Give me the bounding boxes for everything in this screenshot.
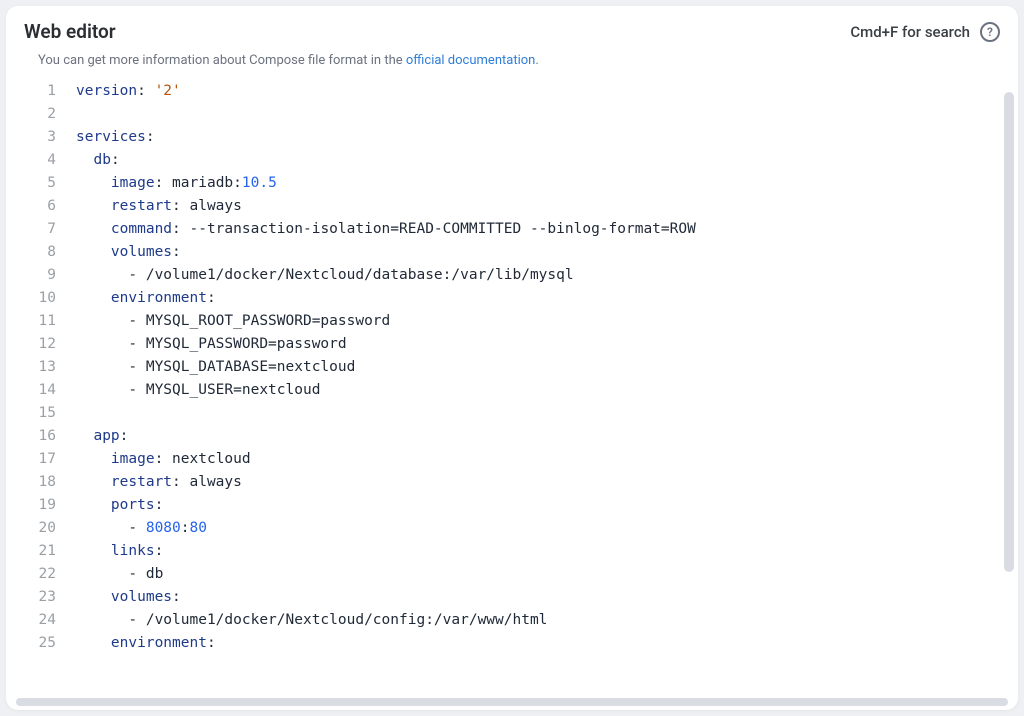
code-line[interactable]: volumes: <box>76 241 1004 264</box>
subtext-prefix: You can get more information about Compo… <box>38 53 406 68</box>
code-line[interactable]: - MYSQL_PASSWORD=password <box>76 333 1004 356</box>
horizontal-scrollbar[interactable] <box>16 698 1008 706</box>
code-content[interactable]: version: '2' services: db: image: mariad… <box>76 78 1004 702</box>
subtext: You can get more information about Compo… <box>20 53 1004 68</box>
help-icon[interactable]: ? <box>980 22 1000 42</box>
line-number: 15 <box>24 402 56 425</box>
code-line[interactable]: - db <box>76 563 1004 586</box>
line-number: 17 <box>24 448 56 471</box>
code-editor[interactable]: 1234567891011121314151617181920212223242… <box>20 78 1004 702</box>
code-line[interactable]: image: nextcloud <box>76 448 1004 471</box>
line-number: 18 <box>24 471 56 494</box>
page-title: Web editor <box>24 20 116 43</box>
vertical-scrollbar[interactable] <box>1004 92 1014 572</box>
line-number: 7 <box>24 218 56 241</box>
docs-link[interactable]: official documentation <box>406 53 535 68</box>
line-number: 25 <box>24 632 56 655</box>
line-number: 16 <box>24 425 56 448</box>
header-right: Cmd+F for search ? <box>850 22 1000 42</box>
line-number: 6 <box>24 195 56 218</box>
line-number: 9 <box>24 264 56 287</box>
line-number: 21 <box>24 540 56 563</box>
line-number: 12 <box>24 333 56 356</box>
code-line[interactable]: app: <box>76 425 1004 448</box>
line-number: 8 <box>24 241 56 264</box>
code-line[interactable]: - MYSQL_DATABASE=nextcloud <box>76 356 1004 379</box>
code-line[interactable]: environment: <box>76 287 1004 310</box>
code-line[interactable]: db: <box>76 149 1004 172</box>
code-line[interactable]: links: <box>76 540 1004 563</box>
code-line[interactable]: environment: <box>76 632 1004 655</box>
code-line[interactable]: restart: always <box>76 195 1004 218</box>
editor-header: Web editor Cmd+F for search ? <box>20 20 1004 43</box>
line-number: 24 <box>24 609 56 632</box>
code-line[interactable]: ports: <box>76 494 1004 517</box>
line-number: 2 <box>24 103 56 126</box>
subtext-suffix: . <box>535 53 538 68</box>
code-line[interactable]: services: <box>76 126 1004 149</box>
code-line[interactable]: - 8080:80 <box>76 517 1004 540</box>
line-number: 22 <box>24 563 56 586</box>
code-line[interactable]: volumes: <box>76 586 1004 609</box>
code-line[interactable]: - MYSQL_ROOT_PASSWORD=password <box>76 310 1004 333</box>
code-line[interactable] <box>76 402 1004 425</box>
code-line[interactable]: - /volume1/docker/Nextcloud/database:/va… <box>76 264 1004 287</box>
line-number: 11 <box>24 310 56 333</box>
line-number: 19 <box>24 494 56 517</box>
code-line[interactable]: image: mariadb:10.5 <box>76 172 1004 195</box>
line-number: 13 <box>24 356 56 379</box>
line-number: 4 <box>24 149 56 172</box>
code-line[interactable]: restart: always <box>76 471 1004 494</box>
search-hint: Cmd+F for search <box>850 23 970 41</box>
line-number: 20 <box>24 517 56 540</box>
line-number-gutter: 1234567891011121314151617181920212223242… <box>24 78 76 702</box>
line-number: 3 <box>24 126 56 149</box>
line-number: 10 <box>24 287 56 310</box>
code-line[interactable]: command: --transaction-isolation=READ-CO… <box>76 218 1004 241</box>
editor-panel: Web editor Cmd+F for search ? You can ge… <box>6 6 1018 710</box>
line-number: 23 <box>24 586 56 609</box>
code-line[interactable] <box>76 103 1004 126</box>
code-line[interactable]: - /volume1/docker/Nextcloud/config:/var/… <box>76 609 1004 632</box>
line-number: 1 <box>24 80 56 103</box>
code-line[interactable]: version: '2' <box>76 80 1004 103</box>
line-number: 5 <box>24 172 56 195</box>
code-line[interactable]: - MYSQL_USER=nextcloud <box>76 379 1004 402</box>
line-number: 14 <box>24 379 56 402</box>
